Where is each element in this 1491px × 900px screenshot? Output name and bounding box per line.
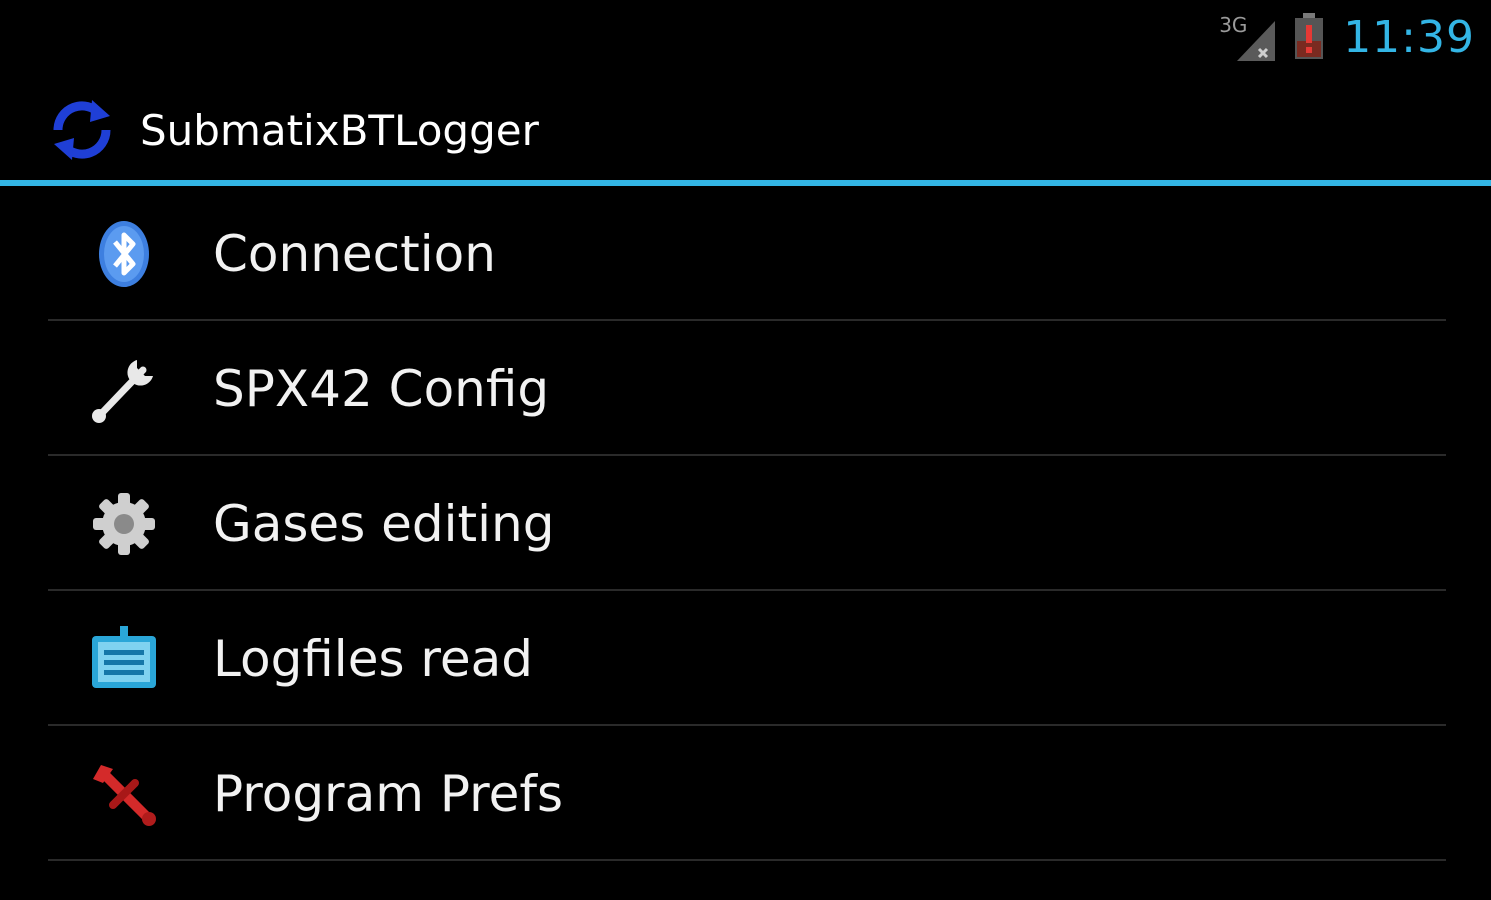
list-divider [48, 859, 1446, 861]
menu-item-program-prefs[interactable]: Program Prefs [0, 726, 1491, 861]
network-type: 3G [1219, 13, 1248, 37]
bluetooth-icon [86, 219, 162, 289]
status-icons: 3G 11:39 [1219, 10, 1475, 66]
menu-item-gases-editing[interactable]: Gases editing [0, 456, 1491, 591]
app-title: SubmatixBTLogger [140, 106, 539, 155]
gear-icon [86, 489, 162, 559]
menu-item-label: Gases editing [213, 495, 555, 553]
menu-item-logfiles-read[interactable]: Logfiles read [0, 591, 1491, 726]
wrench-icon [86, 354, 162, 424]
menu-list: Connection SPX42 Config Gases editing Lo… [0, 186, 1491, 861]
menu-item-label: Program Prefs [213, 765, 563, 823]
signal-no-service-icon: 3G [1219, 13, 1276, 61]
menu-item-label: Connection [213, 225, 496, 283]
status-bar: 3G 11:39 [0, 0, 1491, 72]
screen: 3G 11:39 SubmatixBTLogger Connection SPX… [0, 0, 1491, 900]
menu-item-connection[interactable]: Connection [0, 186, 1491, 321]
clock: 11:39 [1343, 12, 1475, 63]
menu-item-label: Logfiles read [213, 630, 533, 688]
logbook-icon [86, 624, 162, 694]
tools-icon [86, 759, 162, 829]
menu-item-spx42-config[interactable]: SPX42 Config [0, 321, 1491, 456]
sync-icon[interactable] [44, 92, 120, 168]
battery-low-icon [1293, 13, 1325, 63]
action-bar: SubmatixBTLogger [0, 72, 1491, 182]
menu-item-label: SPX42 Config [213, 360, 550, 418]
